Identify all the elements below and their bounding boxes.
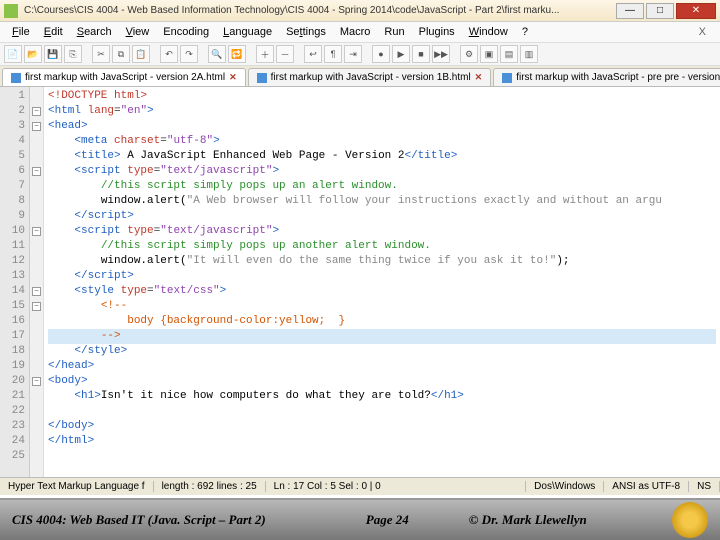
tab-label: first markup with JavaScript - version 2…: [25, 72, 225, 83]
indent-guide-icon[interactable]: ⇥: [344, 45, 362, 63]
menu-bar: File Edit Search View Encoding Language …: [0, 22, 720, 43]
macro-fast-icon[interactable]: ▶▶: [432, 45, 450, 63]
find-icon[interactable]: 🔍: [208, 45, 226, 63]
menu-window[interactable]: Window: [463, 24, 514, 40]
menu-help[interactable]: ?: [516, 24, 534, 40]
tab-label: first markup with JavaScript - pre pre -…: [516, 72, 720, 83]
status-eol: Dos\Windows: [526, 481, 604, 492]
open-file-icon[interactable]: 📂: [24, 45, 42, 63]
minimize-button[interactable]: —: [616, 3, 644, 19]
macro-record-icon[interactable]: ●: [372, 45, 390, 63]
close-button[interactable]: ✕: [676, 3, 716, 19]
file-icon: [11, 73, 21, 83]
zoom-in-icon[interactable]: ＋: [256, 45, 274, 63]
tab-1[interactable]: first markup with JavaScript - version 1…: [248, 68, 492, 86]
macro-stop-icon[interactable]: ■: [412, 45, 430, 63]
copy-icon[interactable]: ⧉: [112, 45, 130, 63]
doc-close-button[interactable]: X: [691, 24, 714, 40]
menu-macro[interactable]: Macro: [334, 24, 377, 40]
footer-left: CIS 4004: Web Based IT (Java. Script – P…: [12, 512, 266, 528]
paste-icon[interactable]: 📋: [132, 45, 150, 63]
fold-toggle-icon[interactable]: −: [32, 167, 41, 176]
tool4-icon[interactable]: ▥: [520, 45, 538, 63]
tab-bar: first markup with JavaScript - version 2…: [0, 66, 720, 87]
status-pos: Ln : 17 Col : 5 Sel : 0 | 0: [266, 481, 527, 492]
cut-icon[interactable]: ✂: [92, 45, 110, 63]
status-length: length : 692 lines : 25: [154, 481, 266, 492]
macro-play-icon[interactable]: ▶: [392, 45, 410, 63]
fold-toggle-icon[interactable]: −: [32, 107, 41, 116]
undo-icon[interactable]: ↶: [160, 45, 178, 63]
replace-icon[interactable]: 🔁: [228, 45, 246, 63]
save-icon[interactable]: 💾: [44, 45, 62, 63]
fold-toggle-icon[interactable]: −: [32, 287, 41, 296]
maximize-button[interactable]: □: [646, 3, 674, 19]
editor: 1234567891011121314151617181920212223242…: [0, 87, 720, 477]
tool2-icon[interactable]: ▣: [480, 45, 498, 63]
save-all-icon[interactable]: ⎘: [64, 45, 82, 63]
window-title: C:\Courses\CIS 4004 - Web Based Informat…: [24, 5, 616, 16]
menu-view[interactable]: View: [120, 24, 156, 40]
show-all-chars-icon[interactable]: ¶: [324, 45, 342, 63]
status-bar: Hyper Text Markup Language f length : 69…: [0, 477, 720, 495]
code-area[interactable]: <!DOCTYPE html><html lang="en"><head> <m…: [44, 87, 720, 477]
menu-language[interactable]: Language: [217, 24, 278, 40]
wrap-icon[interactable]: ↩: [304, 45, 322, 63]
slide-footer: CIS 4004: Web Based IT (Java. Script – P…: [0, 498, 720, 540]
menu-plugins[interactable]: Plugins: [413, 24, 461, 40]
tab-2[interactable]: first markup with JavaScript - pre pre -…: [493, 68, 720, 86]
status-mode: NS: [689, 481, 720, 492]
menu-run[interactable]: Run: [378, 24, 410, 40]
fold-toggle-icon[interactable]: −: [32, 302, 41, 311]
app-icon: [4, 4, 18, 18]
file-icon: [257, 73, 267, 83]
ucf-logo-icon: [672, 502, 708, 538]
fold-toggle-icon[interactable]: −: [32, 122, 41, 131]
fold-margin: − − − − − − −: [30, 87, 44, 477]
menu-file[interactable]: File: [6, 24, 36, 40]
tab-0[interactable]: first markup with JavaScript - version 2…: [2, 68, 246, 86]
window-controls: — □ ✕: [616, 3, 716, 19]
tool-icon[interactable]: ⚙: [460, 45, 478, 63]
new-file-icon[interactable]: 📄: [4, 45, 22, 63]
file-icon: [502, 73, 512, 83]
menu-search[interactable]: Search: [71, 24, 118, 40]
tab-label: first markup with JavaScript - version 1…: [271, 72, 471, 83]
tab-close-icon[interactable]: ✕: [229, 72, 237, 83]
menu-settings[interactable]: Settings: [280, 24, 332, 40]
tool3-icon[interactable]: ▤: [500, 45, 518, 63]
fold-toggle-icon[interactable]: −: [32, 377, 41, 386]
footer-page: Page 24: [366, 512, 409, 528]
menu-encoding[interactable]: Encoding: [157, 24, 215, 40]
menu-edit[interactable]: Edit: [38, 24, 69, 40]
fold-toggle-icon[interactable]: −: [32, 227, 41, 236]
redo-icon[interactable]: ↷: [180, 45, 198, 63]
title-bar: C:\Courses\CIS 4004 - Web Based Informat…: [0, 0, 720, 22]
line-numbers: 1234567891011121314151617181920212223242…: [0, 87, 30, 477]
status-encoding: ANSI as UTF-8: [604, 481, 689, 492]
tab-close-icon[interactable]: ✕: [475, 72, 483, 83]
main-toolbar: 📄 📂 💾 ⎘ ✂ ⧉ 📋 ↶ ↷ 🔍 🔁 ＋ － ↩ ¶ ⇥ ● ▶ ■ ▶▶…: [0, 43, 720, 66]
status-lang: Hyper Text Markup Language f: [0, 481, 154, 492]
zoom-out-icon[interactable]: －: [276, 45, 294, 63]
footer-copyright: © Dr. Mark Llewellyn: [469, 512, 587, 528]
